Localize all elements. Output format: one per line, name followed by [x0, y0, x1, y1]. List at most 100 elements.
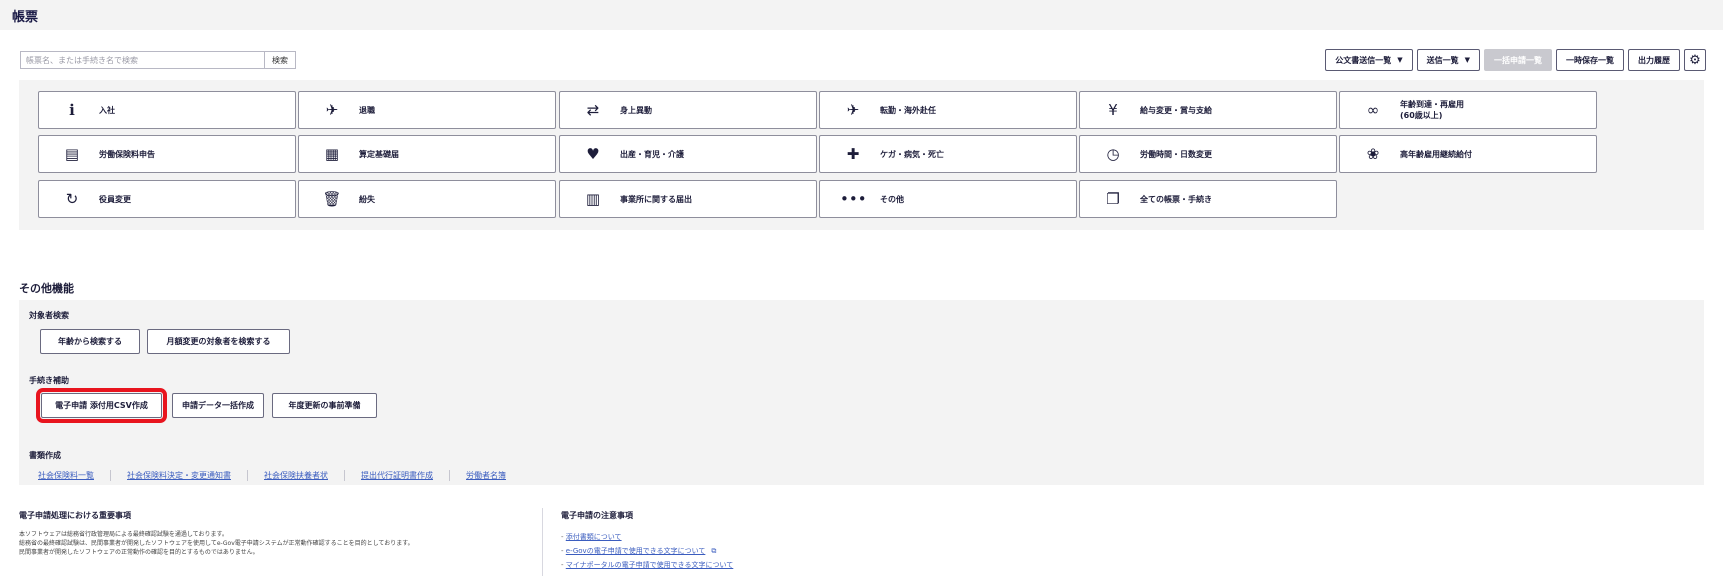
temp-saved-button[interactable]: 一時保存一覧 [1556, 49, 1624, 71]
notice-line: 本ソフトウェアは総務省行政管理局による最終確認試験を通過しております。 [19, 531, 228, 538]
important-notice-title: 電子申請処理における重要事項 [19, 511, 131, 520]
building-icon: ▥ [585, 189, 601, 208]
clock-icon: ◷ [1106, 144, 1120, 163]
gear-icon: ⚙ [1689, 52, 1701, 68]
page-header: 帳票 [0, 0, 1723, 30]
form-card-16[interactable]: ❐ 全ての帳票・手続き [1079, 180, 1337, 218]
form-card-label: ケガ・病気・死亡 [880, 149, 944, 159]
bulk-apply-button[interactable]: 一括申請一覧 [1484, 49, 1552, 71]
form-card-label: 身上異動 [620, 105, 652, 115]
other-features-panel: 対象者検索 年齢から検索する 月額変更の対象者を検索する 手続き補助 電子申請 … [19, 300, 1704, 485]
important-notice: 電子申請処理における重要事項 本ソフトウェアは総務省行政管理局による最終確認試験… [19, 510, 539, 557]
form-card-13[interactable]: 🗑 紛失 [298, 180, 556, 218]
notice-line: 総務省の最終確認試験は、民間事業者が開発したソフトウェアを使用してe-Gov電子… [19, 540, 414, 547]
caution-notice: 電子申請の注意事項 - 添付書類について - e-Govの電子申請で使用できる文… [561, 510, 1061, 572]
other-features-title: その他機能 [19, 282, 74, 295]
form-card-label: 出産・育児・介護 [620, 149, 684, 159]
form-card-label: 紛失 [359, 194, 375, 204]
official-docs-dropdown[interactable]: 公文書送信一覧 ▼ [1325, 49, 1413, 71]
form-card-label: 転勤・海外赴任 [880, 105, 936, 115]
form-card-9[interactable]: ✚ ケガ・病気・死亡 [819, 135, 1077, 173]
form-card-label: 退職 [359, 105, 375, 115]
form-card-7[interactable]: ▦ 算定基礎届 [298, 135, 556, 173]
doc-link-insurance-notice[interactable]: 社会保険料決定・変更通知書 [110, 470, 247, 481]
form-card-label: 労働保険料申告 [99, 149, 155, 159]
form-card-label: 全ての帳票・手続き [1140, 194, 1212, 204]
more-icon: ••• [840, 189, 867, 208]
document-icon: ▤ [64, 144, 80, 163]
form-card-11[interactable]: ❀ 高年齢雇用継続給付 [1339, 135, 1597, 173]
target-search-title: 対象者検索 [29, 311, 69, 320]
doc-link-proxy-certificate[interactable]: 提出代行証明書作成 [344, 470, 449, 481]
form-card-label: 給与変更・賞与支給 [1140, 105, 1212, 115]
caret-down-icon: ▼ [1464, 56, 1470, 64]
payment-icon: ¥ [1108, 100, 1118, 119]
form-card-label: 役員変更 [99, 194, 131, 204]
search-input[interactable] [20, 51, 264, 69]
form-card-14[interactable]: ▥ 事業所に関する届出 [559, 180, 817, 218]
leaf-icon: ❀ [1366, 144, 1380, 163]
annual-update-prep-button[interactable]: 年度更新の事前準備 [272, 393, 377, 418]
form-card-12[interactable]: ↻ 役員変更 [38, 180, 296, 218]
external-link-icon: ⧉ [711, 547, 717, 555]
notice-divider [542, 508, 543, 576]
official-docs-label: 公文書送信一覧 [1335, 55, 1392, 65]
search-monthly-change-button[interactable]: 月額変更の対象者を検索する [147, 329, 290, 354]
refresh-icon: ↻ [65, 189, 79, 208]
form-card-2[interactable]: ⇄ 身上異動 [559, 91, 817, 129]
form-card-label: 年齢到達・再雇用 (60歳以上) [1400, 100, 1464, 120]
doc-link-dependents[interactable]: 社会保険扶養者状 [247, 470, 344, 481]
form-card-label: 高年齢雇用継続給付 [1400, 149, 1472, 159]
farewell-icon: ✈ [325, 100, 339, 119]
form-card-3[interactable]: ✈ 転勤・海外赴任 [819, 91, 1077, 129]
form-card-label: 算定基礎届 [359, 149, 399, 159]
search-by-age-button[interactable]: 年齢から検索する [40, 329, 140, 354]
procedure-support-title: 手続き補助 [29, 376, 69, 385]
documents-icon: ❐ [1106, 189, 1120, 208]
document-links: 社会保険料一覧 社会保険料決定・変更通知書 社会保険扶養者状 提出代行証明書作成… [38, 470, 522, 481]
glasses-icon: ∞ [1366, 100, 1380, 119]
forms-panel: ℹ 入社 ✈ 退職 ⇄ 身上異動 ✈ 転勤・海外赴任 ¥ 給与変更・賞与支給 ∞ 年齢到達・再雇用 (… [19, 80, 1704, 230]
egov-characters-link[interactable]: e-Govの電子申請で使用できる文字について [566, 547, 706, 555]
doc-link-insurance-list[interactable]: 社会保険料一覧 [38, 470, 110, 481]
doc-link-worker-register[interactable]: 労働者名簿 [449, 470, 522, 481]
caution-link-row: - e-Govの電子申請で使用できる文字について ⧉ [561, 547, 717, 555]
form-card-0[interactable]: ℹ 入社 [38, 91, 296, 129]
output-history-button[interactable]: 出力履歴 [1628, 49, 1680, 71]
airplane-icon: ✈ [846, 100, 860, 119]
heart-icon: ♥ [586, 144, 600, 163]
info-icon: ℹ [69, 100, 75, 119]
first-aid-icon: ✚ [846, 144, 860, 163]
form-card-label: その他 [880, 194, 904, 204]
calculator-icon: ▦ [324, 144, 340, 163]
person-change-icon: ⇄ [586, 100, 600, 119]
trash-icon: 🗑 [322, 189, 342, 208]
form-card-1[interactable]: ✈ 退職 [298, 91, 556, 129]
caution-link-row: - マイナポータルの電子申請で使用できる文字について [561, 561, 734, 569]
settings-button[interactable]: ⚙ [1684, 49, 1706, 71]
sent-list-dropdown[interactable]: 送信一覧 ▼ [1416, 49, 1480, 71]
form-card-6[interactable]: ▤ 労働保険料申告 [38, 135, 296, 173]
form-card-5[interactable]: ∞ 年齢到達・再雇用 (60歳以上) [1339, 91, 1597, 129]
form-card-4[interactable]: ¥ 給与変更・賞与支給 [1079, 91, 1337, 129]
sent-list-label: 送信一覧 [1426, 55, 1459, 65]
form-card-label: 労働時間・日数変更 [1140, 149, 1212, 159]
myna-characters-link[interactable]: マイナポータルの電子申請で使用できる文字について [566, 561, 734, 569]
caret-down-icon: ▼ [1397, 56, 1403, 64]
form-card-15[interactable]: ••• その他 [819, 180, 1077, 218]
search-button[interactable]: 検索 [264, 51, 296, 69]
notice-line: 民間事業者が開発したソフトウェアの正常動作の確認を目的とするものではありません。 [19, 549, 259, 556]
form-card-10[interactable]: ◷ 労働時間・日数変更 [1079, 135, 1337, 173]
caution-link-row: - 添付書類について [561, 533, 622, 541]
csv-attachment-button[interactable]: 電子申請 添付用CSV作成 [36, 388, 167, 423]
form-card-label: 事業所に関する届出 [620, 194, 692, 204]
form-card-label: 入社 [99, 105, 115, 115]
form-card-8[interactable]: ♥ 出産・育児・介護 [559, 135, 817, 173]
caution-notice-title: 電子申請の注意事項 [561, 511, 633, 520]
toolbar: 公文書送信一覧 ▼ 送信一覧 ▼ 一括申請一覧 一時保存一覧 出力履歴 ⚙ [1325, 49, 1706, 71]
document-creation-title: 書類作成 [29, 451, 61, 460]
page-title: 帳票 [12, 10, 39, 25]
search-bar: 検索 [20, 51, 296, 69]
attachment-info-link[interactable]: 添付書類について [566, 533, 622, 541]
bulk-create-data-button[interactable]: 申請データ一括作成 [172, 393, 264, 418]
